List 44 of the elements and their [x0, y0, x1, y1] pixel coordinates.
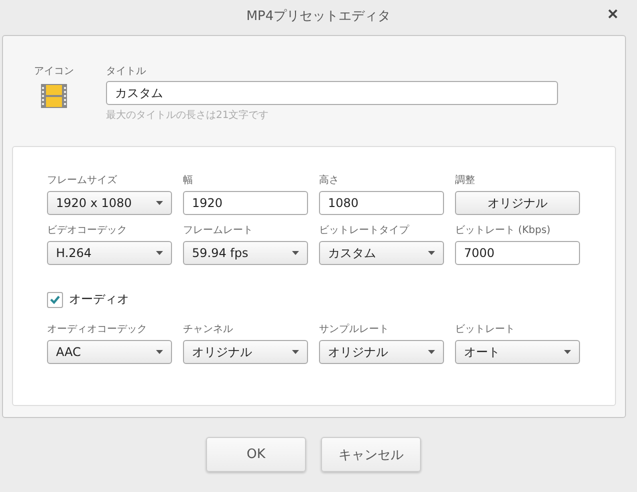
field-label: チャンネル	[183, 323, 234, 336]
field-label: ビットレートタイプ	[319, 224, 410, 237]
audio-label: オーディオ	[69, 291, 129, 308]
field-label: 高さ	[319, 174, 340, 187]
caret-icon	[428, 350, 435, 354]
caret-icon	[156, 201, 163, 205]
field-label: サンプルレート	[319, 322, 390, 336]
input-field[interactable]: 1920	[183, 191, 308, 215]
icon-label: アイコン	[34, 65, 74, 78]
caret-icon	[156, 350, 163, 354]
field-label: フレームサイズ	[47, 174, 118, 187]
dropdown[interactable]: オリジナル	[319, 340, 444, 364]
caret-icon	[428, 251, 435, 255]
field-label: フレームレート	[183, 224, 254, 237]
hint-text: 最大のタイトルの長さは21文字です	[106, 108, 270, 122]
field-label: ビデオコーデック	[47, 224, 128, 237]
audio-checkbox[interactable]	[47, 292, 63, 308]
dropdown[interactable]: H.264	[47, 241, 172, 265]
field-label: 調整	[455, 174, 476, 187]
input-field[interactable]: 7000	[455, 241, 580, 265]
ok-button[interactable]: OK	[206, 437, 306, 472]
window-title: MP4プリセットエディタ	[246, 8, 391, 25]
dropdown[interactable]: 59.94 fps	[183, 241, 308, 265]
field-label: ビットレート	[455, 323, 516, 336]
title-label: タイトル	[106, 65, 147, 78]
film-icon	[41, 84, 67, 108]
close-button[interactable]: ✕	[607, 6, 619, 22]
caret-icon	[292, 251, 299, 255]
field-label: 幅	[183, 174, 194, 187]
adjust-button[interactable]: オリジナル	[455, 191, 580, 215]
dropdown[interactable]: カスタム	[319, 241, 444, 265]
dropdown[interactable]: 1920 x 1080	[47, 191, 172, 215]
caret-icon	[292, 350, 299, 354]
dropdown[interactable]: オリジナル	[183, 340, 308, 364]
title-field[interactable]: カスタム	[106, 81, 558, 105]
caret-icon	[564, 350, 571, 354]
cancel-button[interactable]: キャンセル	[321, 437, 421, 472]
dropdown[interactable]: オート	[455, 340, 580, 364]
field-label: ビットレート (Kbps)	[455, 224, 552, 237]
caret-icon	[156, 251, 163, 255]
checkmark-icon	[50, 295, 60, 304]
dropdown[interactable]: AAC	[47, 340, 172, 364]
field-label: オーディオコーデック	[47, 323, 148, 336]
input-field[interactable]: 1080	[319, 191, 444, 215]
